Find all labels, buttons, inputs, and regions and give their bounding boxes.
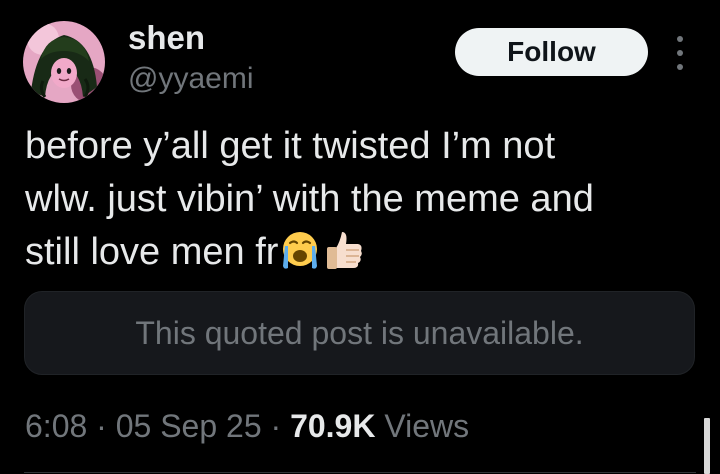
author-display-name[interactable]: shen [128,18,205,58]
views-count[interactable]: 70.9K [290,408,375,444]
thumbs-up-icon [327,232,363,269]
follow-button[interactable]: Follow [455,28,648,76]
author-handle[interactable]: @yyaemi [128,60,253,98]
more-dot [677,36,683,42]
pink-haired-avatar-icon [23,21,105,103]
more-dot [677,64,683,70]
meta-separator: · [270,408,282,444]
tweet-line: wlw. just vibin’ with the meme and [25,178,594,220]
post-date[interactable]: 05 Sep 25 [116,408,262,444]
tweet-text: before y’all get it twisted I’m not wlw.… [25,120,705,279]
tweet-line: before y’all get it twisted I’m not [25,125,556,167]
loudly-crying-face-icon [283,232,318,269]
divider [24,472,696,473]
meta-separator: · [96,408,107,444]
tweet-line: still love men fr [25,231,279,273]
views-label: Views [384,408,470,444]
avatar[interactable] [23,21,105,103]
tweet-meta: 6:08 · 05 Sep 25 · 70.9K Views [25,405,469,447]
quoted-post-unavailable-text: This quoted post is unavailable. [135,314,584,351]
quoted-post-card[interactable]: This quoted post is unavailable. [24,291,695,375]
more-options-icon[interactable] [668,36,692,70]
post-time[interactable]: 6:08 [25,408,87,444]
scrollbar-thumb[interactable] [704,418,710,474]
more-dot [677,50,683,56]
tweet-line-with-emoji: still love men fr [25,226,705,279]
